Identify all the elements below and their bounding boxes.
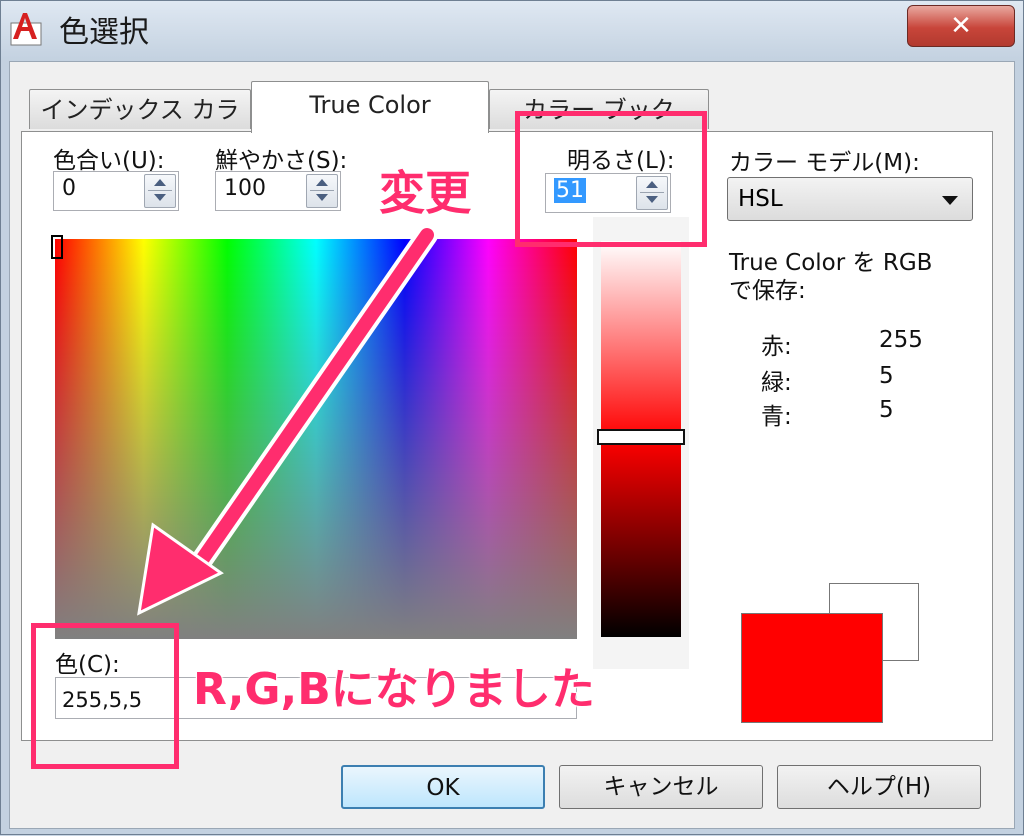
tab-true-color[interactable]: True Color bbox=[251, 81, 489, 133]
annotation-result: R,G,Bになりました bbox=[192, 663, 596, 716]
color-dialog-window: 色選択 ✕ インデックス カラー カラー ブック True Color 色合い(… bbox=[0, 0, 1024, 835]
annotation-change: 変更 bbox=[378, 165, 472, 221]
